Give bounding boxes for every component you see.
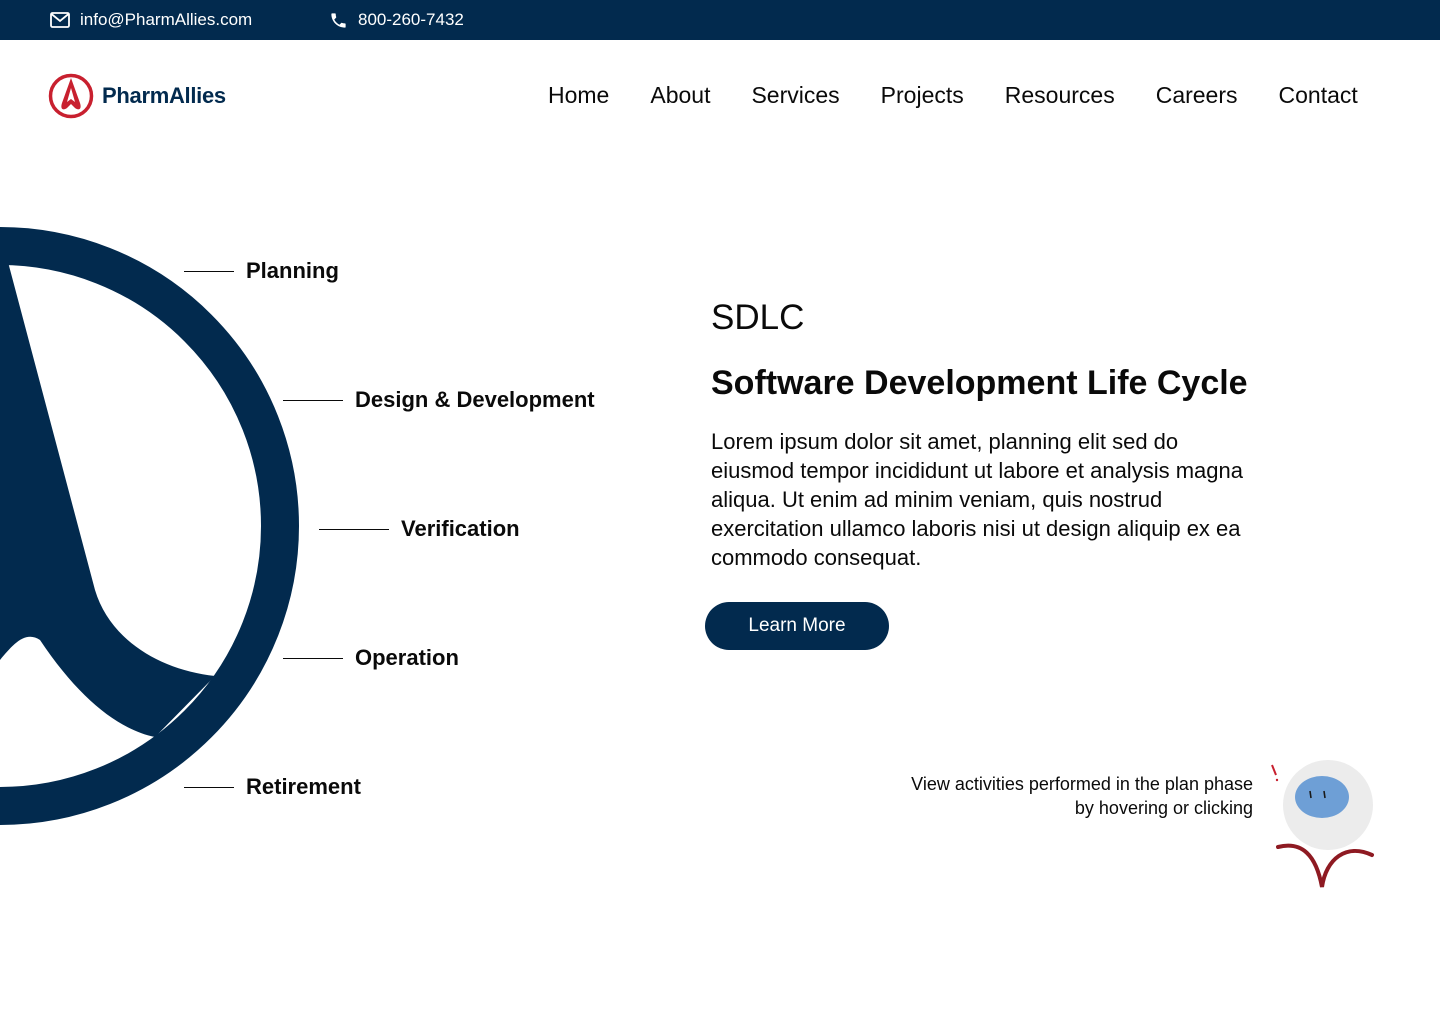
phase-planning[interactable]: Planning bbox=[184, 258, 339, 284]
phase-connector bbox=[184, 786, 234, 788]
phone-text: 800-260-7432 bbox=[358, 10, 464, 29]
interaction-hint: View activities performed in the plan ph… bbox=[911, 774, 1253, 818]
nav-projects[interactable]: Projects bbox=[881, 82, 964, 109]
phone-contact[interactable]: 800-260-7432 bbox=[329, 10, 464, 30]
nav-about[interactable]: About bbox=[650, 82, 710, 109]
phase-connector bbox=[283, 657, 343, 659]
phase-label: Design & Development bbox=[355, 387, 595, 412]
hero-body: Lorem ipsum dolor sit amet, planning eli… bbox=[711, 429, 1243, 570]
phase-connector bbox=[184, 270, 234, 272]
exclaim-mark bbox=[1271, 764, 1277, 776]
phase-connector bbox=[283, 399, 343, 401]
phase-label: Verification bbox=[401, 516, 520, 541]
phase-label: Planning bbox=[246, 258, 339, 283]
phase-verification[interactable]: Verification bbox=[319, 516, 520, 542]
nav-home[interactable]: Home bbox=[548, 82, 609, 109]
nav-contact[interactable]: Contact bbox=[1279, 82, 1358, 109]
nav-services[interactable]: Services bbox=[751, 82, 839, 109]
hero-title: Software Development Life Cycle bbox=[711, 364, 1248, 402]
nav-careers[interactable]: Careers bbox=[1156, 82, 1238, 109]
sdlc-cycle-graphic bbox=[0, 227, 299, 825]
main-nav: Home About Services Projects Resources C… bbox=[548, 82, 1358, 109]
mascot-icon[interactable] bbox=[1266, 755, 1376, 891]
phase-connector bbox=[319, 528, 389, 530]
phase-operation[interactable]: Operation bbox=[283, 645, 459, 671]
hero-content: SDLC Software Development Life Cycle Lor… bbox=[711, 298, 1271, 572]
hero-kicker: SDLC bbox=[711, 298, 805, 337]
phase-retirement[interactable]: Retirement bbox=[184, 774, 361, 800]
learn-more-button[interactable]: Learn More bbox=[705, 602, 889, 650]
phase-label: Retirement bbox=[246, 774, 361, 799]
nav-resources[interactable]: Resources bbox=[1005, 82, 1115, 109]
phone-icon bbox=[331, 12, 346, 28]
phase-design-development[interactable]: Design & Development bbox=[283, 387, 595, 413]
phase-label: Operation bbox=[355, 645, 459, 670]
